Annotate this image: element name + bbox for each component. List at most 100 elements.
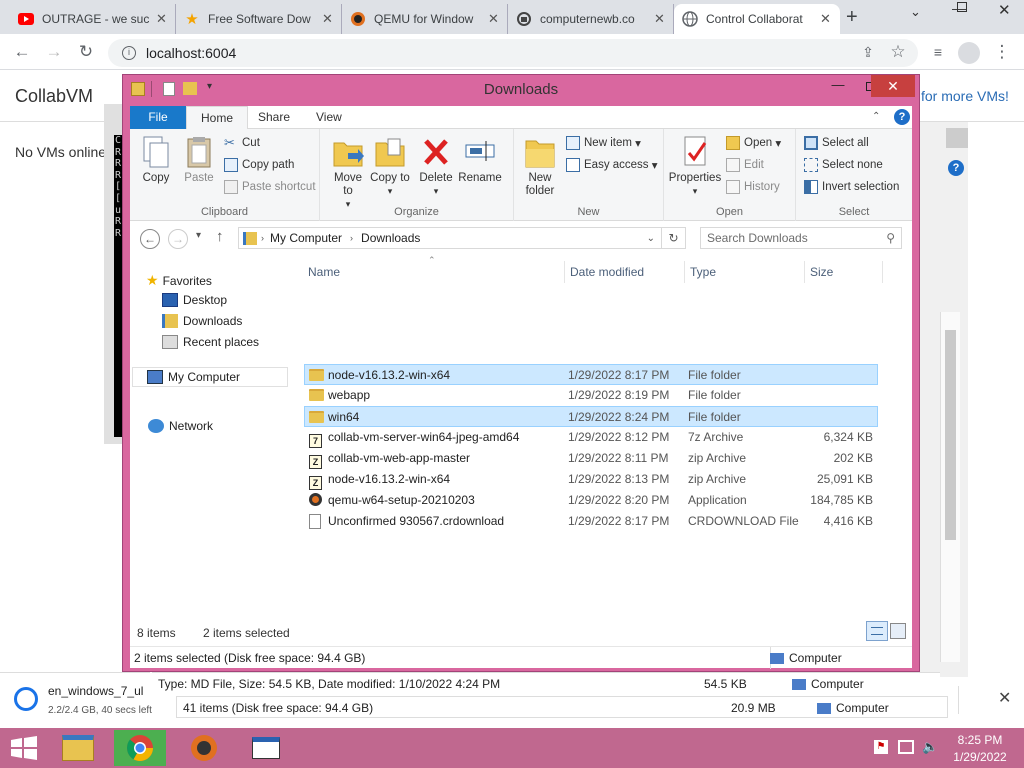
- clock-time[interactable]: 8:25 PM: [940, 733, 1020, 747]
- tab-view[interactable]: View: [302, 106, 356, 129]
- details-view-button[interactable]: [866, 621, 888, 641]
- move-to-button[interactable]: Move to ▾: [328, 135, 368, 211]
- browser-tab-5-active[interactable]: Control Collaborat ✕: [674, 4, 840, 34]
- volume-icon[interactable]: 🔈: [922, 739, 938, 755]
- nav-my-computer[interactable]: My Computer: [132, 367, 288, 387]
- reload-icon[interactable]: ↻: [74, 40, 98, 64]
- scrollbar[interactable]: [940, 312, 960, 662]
- up-arrow-icon[interactable]: ↑: [216, 228, 224, 245]
- clock-date[interactable]: 1/29/2022: [940, 750, 1020, 764]
- share-icon[interactable]: ⇪: [856, 40, 880, 64]
- paste-button[interactable]: Paste: [180, 135, 218, 185]
- file-row[interactable]: 7 collab-vm-server-win64-jpeg-amd64 1/29…: [304, 427, 878, 448]
- info-icon[interactable]: i: [122, 46, 136, 60]
- close-download-bar-icon[interactable]: ✕: [998, 688, 1011, 708]
- column-divider[interactable]: [804, 261, 805, 283]
- search-box[interactable]: Search Downloads ⚲: [700, 227, 902, 249]
- file-row[interactable]: Z collab-vm-web-app-master 1/29/2022 8:1…: [304, 448, 878, 469]
- new-folder-button[interactable]: New folder: [520, 135, 560, 198]
- refresh-icon[interactable]: ↻: [662, 227, 686, 249]
- large-icons-view-button[interactable]: [890, 623, 906, 639]
- file-explorer-taskbar-icon[interactable]: [54, 730, 102, 766]
- nav-favorites[interactable]: ★ Favorites: [146, 272, 212, 289]
- nav-recent-places[interactable]: Recent places: [162, 335, 259, 349]
- minimize-button[interactable]: —: [823, 77, 853, 97]
- breadcrumb-computer[interactable]: My Computer: [270, 231, 342, 245]
- profile-avatar[interactable]: [958, 42, 980, 64]
- close-tab-icon[interactable]: ✕: [820, 11, 831, 27]
- close-window-button[interactable]: ✕: [871, 75, 915, 97]
- forward-arrow-icon[interactable]: →: [168, 229, 188, 249]
- browser-tab-3[interactable]: QEMU for Window ✕: [342, 4, 508, 34]
- new-tab-button[interactable]: +: [846, 6, 858, 29]
- select-all-button[interactable]: Select all: [804, 133, 869, 153]
- column-divider[interactable]: [564, 261, 565, 283]
- action-center-icon[interactable]: ⚑: [874, 740, 888, 754]
- help-icon[interactable]: ?: [948, 160, 964, 176]
- tab-file[interactable]: File: [130, 106, 186, 129]
- chrome-taskbar-icon[interactable]: [114, 730, 166, 766]
- network-tray-icon[interactable]: [898, 740, 914, 754]
- media-icon[interactable]: ≡: [926, 40, 950, 64]
- new-item-button[interactable]: New item ▾: [566, 133, 641, 153]
- close-tab-icon[interactable]: ✕: [654, 11, 665, 27]
- forward-icon[interactable]: →: [42, 40, 66, 64]
- copy-button[interactable]: Copy: [138, 135, 174, 185]
- file-row[interactable]: webapp 1/29/2022 8:19 PM File folder: [304, 385, 878, 406]
- tab-home[interactable]: Home: [186, 106, 249, 130]
- restore-browser-button[interactable]: [957, 2, 967, 12]
- browser-tab-2[interactable]: ★ Free Software Dow ✕: [176, 4, 342, 34]
- download-item[interactable]: en_windows_7_ul 2.2/2.4 GB, 40 secs left: [0, 672, 152, 728]
- column-divider[interactable]: [684, 261, 685, 283]
- close-tab-icon[interactable]: ✕: [488, 11, 499, 27]
- select-none-button[interactable]: Select none: [804, 155, 883, 175]
- scrollbar-thumb[interactable]: [945, 330, 956, 540]
- close-tab-icon[interactable]: ✕: [322, 11, 333, 27]
- nav-desktop[interactable]: Desktop: [162, 293, 227, 307]
- column-type[interactable]: Type: [690, 265, 716, 279]
- copy-to-button[interactable]: Copy to ▾: [370, 135, 410, 198]
- browser-tab-1[interactable]: OUTRAGE - we suc ✕: [10, 4, 176, 34]
- breadcrumb[interactable]: › My Computer › Downloads ⌄: [238, 227, 662, 249]
- cut-button[interactable]: ✂ Cut: [224, 133, 260, 153]
- column-date-modified[interactable]: Date modified: [570, 265, 644, 279]
- expand-ribbon-icon[interactable]: ⌃: [872, 111, 880, 122]
- file-row[interactable]: Z node-v16.13.2-win-x64 1/29/2022 8:13 P…: [304, 469, 878, 490]
- file-row[interactable]: Unconfirmed 930567.crdownload 1/29/2022 …: [304, 511, 878, 532]
- close-tab-icon[interactable]: ✕: [156, 11, 167, 27]
- back-arrow-icon[interactable]: ←: [140, 229, 160, 249]
- breadcrumb-dropdown-icon[interactable]: ⌄: [647, 233, 655, 244]
- search-icon[interactable]: ⚲: [886, 228, 895, 248]
- rename-button[interactable]: Rename: [458, 135, 502, 185]
- help-icon[interactable]: ?: [894, 109, 910, 125]
- browser-tab-4[interactable]: computernewb.co ✕: [508, 4, 674, 34]
- column-size[interactable]: Size: [810, 265, 833, 279]
- close-browser-button[interactable]: ✕: [998, 1, 1011, 19]
- recent-locations-icon[interactable]: ▾: [196, 230, 201, 241]
- tab-share[interactable]: Share: [244, 106, 304, 129]
- column-name[interactable]: Name: [308, 265, 340, 279]
- address-bar[interactable]: i localhost:6004: [108, 39, 918, 67]
- invert-selection-button[interactable]: Invert selection: [804, 177, 899, 197]
- start-button[interactable]: [0, 730, 48, 766]
- nav-network[interactable]: Network: [148, 419, 213, 433]
- nav-downloads[interactable]: Downloads: [162, 314, 242, 328]
- back-icon[interactable]: ←: [10, 40, 34, 64]
- tab-search-icon[interactable]: ⌄: [910, 4, 921, 20]
- open-button[interactable]: Open ▾: [726, 133, 781, 153]
- qemu-taskbar-icon[interactable]: [180, 730, 228, 766]
- file-row[interactable]: win64 1/29/2022 8:24 PM File folder: [304, 406, 878, 427]
- window-taskbar-icon[interactable]: [242, 730, 290, 766]
- edit-button[interactable]: Edit: [726, 155, 764, 175]
- bookmark-star-icon[interactable]: ☆: [886, 40, 910, 64]
- delete-button[interactable]: Delete ▾: [416, 135, 456, 198]
- file-row[interactable]: node-v16.13.2-win-x64 1/29/2022 8:17 PM …: [304, 364, 878, 385]
- more-vms-link[interactable]: for more VMs!: [921, 88, 1009, 104]
- easy-access-button[interactable]: Easy access ▾: [566, 155, 658, 175]
- column-divider[interactable]: [882, 261, 883, 283]
- history-button[interactable]: History: [726, 177, 780, 197]
- file-row[interactable]: qemu-w64-setup-20210203 1/29/2022 8:20 P…: [304, 490, 878, 511]
- properties-button[interactable]: Properties ▾: [668, 135, 722, 198]
- copy-path-button[interactable]: Copy path: [224, 155, 294, 175]
- menu-icon[interactable]: ⋮: [990, 40, 1014, 64]
